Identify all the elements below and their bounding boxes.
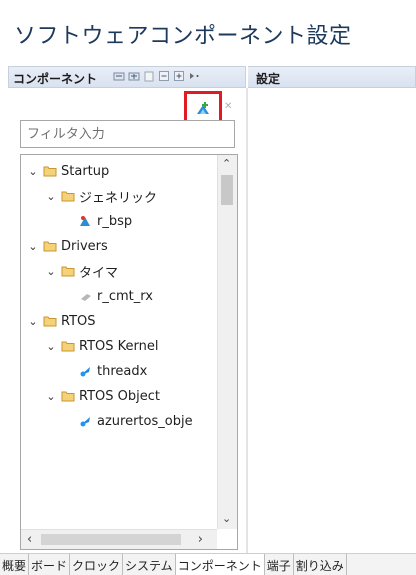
tree-item-startup[interactable]: ⌄ Startup	[27, 159, 109, 183]
tree-item-label: RTOS	[61, 313, 96, 329]
tab-clock[interactable]: クロック	[70, 554, 124, 575]
chevron-left-icon[interactable]: ‹	[27, 532, 32, 547]
tree-item-generic[interactable]: ⌄ ジェネリック	[45, 184, 157, 208]
tree-item-threadx[interactable]: threadx	[79, 359, 147, 383]
component-panel-header: コンポーネント	[8, 66, 246, 88]
tree-item-timer[interactable]: ⌄ タイマ	[45, 259, 118, 283]
tree-item-label: azurertos_obje	[97, 413, 193, 429]
page-title: ソフトウェアコンポーネント設定	[14, 24, 352, 49]
tree-item-label: r_bsp	[97, 213, 133, 229]
component-tree: ⌄ Startup ⌄ ジェネリック r_bsp ⌄ Drivers ⌄ タイマ…	[20, 154, 238, 550]
tree-item-label: ジェネリック	[79, 190, 158, 206]
chevron-right-icon[interactable]: ›	[198, 532, 203, 547]
settings-panel-header: 設定	[248, 66, 416, 88]
folder-icon	[61, 340, 75, 352]
folder-icon	[43, 165, 57, 177]
chevron-down-icon[interactable]: ⌄	[27, 165, 39, 178]
tree-item-label: Startup	[61, 163, 110, 179]
tree-item-label: RTOS Object	[79, 388, 160, 404]
driver-icon	[79, 290, 93, 302]
tab-system[interactable]: システム	[123, 554, 176, 575]
remove-icon[interactable]	[158, 70, 170, 82]
show-hide-icon[interactable]	[143, 70, 155, 82]
tree-item-label: threadx	[97, 363, 148, 379]
rtos-icon	[79, 365, 93, 377]
tab-board[interactable]: ボード	[29, 554, 71, 575]
scrollbar-thumb[interactable]	[221, 175, 233, 205]
tree-item-rtos[interactable]: ⌄ RTOS	[27, 309, 96, 333]
chevron-down-icon[interactable]: ⌄	[45, 190, 57, 203]
chevron-down-icon[interactable]: ⌄	[45, 390, 57, 403]
add-icon[interactable]	[173, 70, 185, 82]
component-panel-label: コンポーネント	[13, 72, 98, 86]
chevron-down-icon[interactable]: ⌄	[27, 240, 39, 253]
tree-item-label: Drivers	[61, 238, 108, 254]
folder-icon	[43, 315, 57, 327]
tree-item-azurertos-object[interactable]: azurertos_obje	[79, 409, 193, 433]
title-bar: ソフトウェアコンポーネント設定	[0, 0, 416, 64]
tab-interrupts[interactable]: 割り込み	[294, 554, 347, 575]
tree-item-label: RTOS Kernel	[79, 338, 159, 354]
tree-item-r-bsp[interactable]: r_bsp	[79, 209, 132, 233]
chevron-down-icon[interactable]: ⌄	[45, 265, 57, 278]
add-component-icon	[197, 102, 209, 114]
filter-input[interactable]	[21, 121, 234, 147]
close-icon[interactable]: ✕	[224, 101, 232, 112]
tab-overview[interactable]: 概要	[0, 554, 30, 575]
tree-item-rtos-object[interactable]: ⌄ RTOS Object	[45, 384, 160, 408]
tree-item-drivers[interactable]: ⌄ Drivers	[27, 234, 108, 258]
tree-item-r-cmt-rx[interactable]: r_cmt_rx	[79, 284, 153, 308]
bottom-tab-bar: 概要 ボード クロック システム コンポーネント 端子 割り込み	[0, 553, 416, 575]
menu-icon[interactable]	[188, 70, 200, 82]
chevron-down-icon[interactable]: ⌄	[222, 512, 231, 525]
rtos-icon	[79, 415, 93, 427]
expand-all-icon[interactable]	[128, 70, 140, 82]
vertical-scrollbar[interactable]: ⌃ ⌄	[217, 155, 237, 529]
tab-pins[interactable]: 端子	[265, 554, 294, 575]
folder-icon	[61, 265, 75, 277]
tree-item-rtos-kernel[interactable]: ⌄ RTOS Kernel	[45, 334, 159, 358]
panel-divider[interactable]	[246, 88, 248, 575]
folder-icon	[43, 240, 57, 252]
chevron-down-icon[interactable]: ⌄	[45, 340, 57, 353]
chevron-up-icon[interactable]: ⌃	[222, 157, 231, 170]
scrollbar-thumb[interactable]	[41, 534, 181, 545]
collapse-all-icon[interactable]	[113, 70, 125, 82]
component-icon	[79, 215, 93, 227]
tree-item-label: タイマ	[79, 265, 119, 281]
component-toolbar	[113, 70, 200, 82]
horizontal-scrollbar[interactable]: ‹ ›	[21, 529, 217, 549]
filter-input-box[interactable]	[20, 120, 235, 148]
folder-icon	[61, 390, 75, 402]
tab-components[interactable]: コンポーネント	[175, 554, 265, 575]
chevron-down-icon[interactable]: ⌄	[27, 315, 39, 328]
settings-panel-label: 設定	[256, 72, 281, 86]
folder-icon	[61, 190, 75, 202]
tree-item-label: r_cmt_rx	[97, 288, 153, 304]
